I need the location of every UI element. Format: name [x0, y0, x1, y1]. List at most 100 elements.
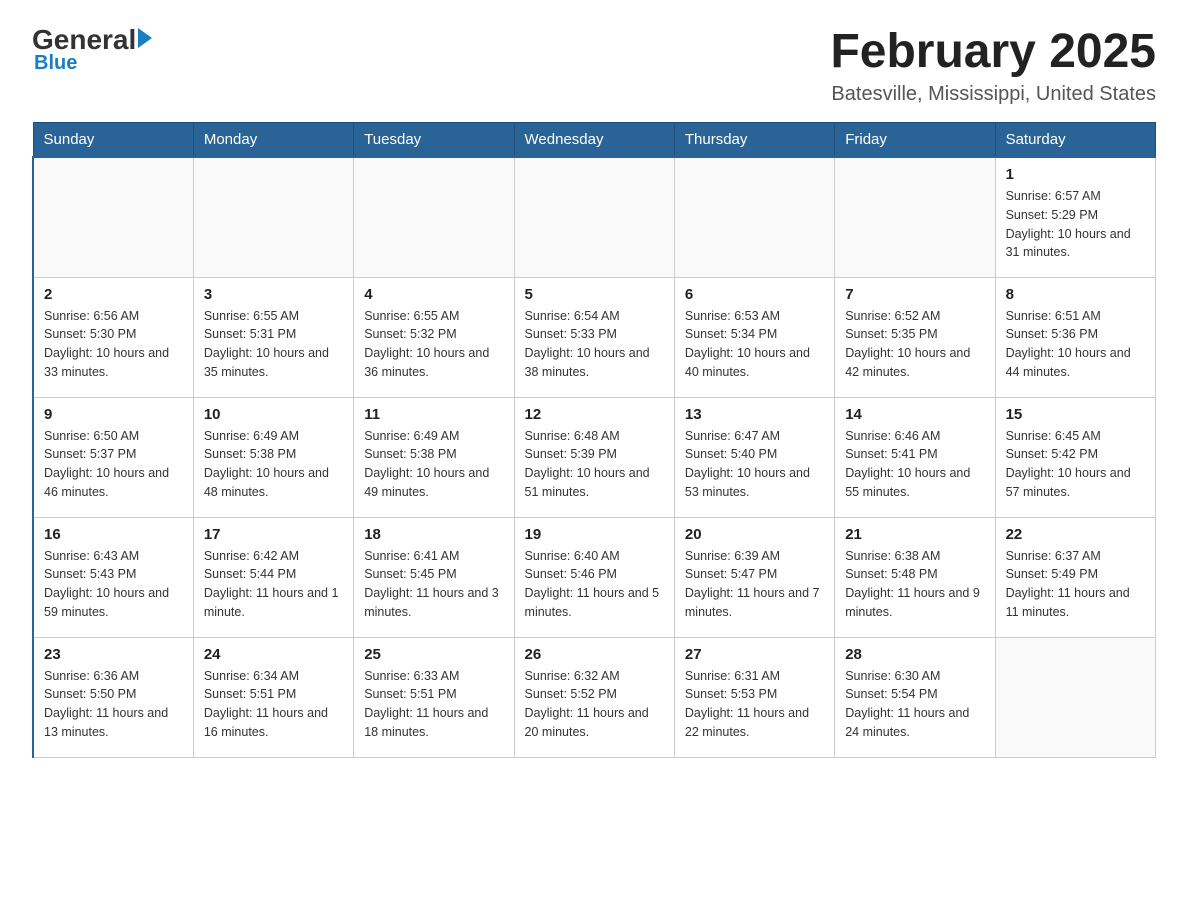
day-info: Sunrise: 6:51 AM Sunset: 5:36 PM Dayligh… — [1006, 307, 1145, 382]
calendar-cell — [514, 157, 674, 277]
day-info: Sunrise: 6:57 AM Sunset: 5:29 PM Dayligh… — [1006, 187, 1145, 262]
calendar-cell: 28Sunrise: 6:30 AM Sunset: 5:54 PM Dayli… — [835, 637, 995, 757]
calendar-cell: 10 Sunrise: 6:49 AM Sunset: 5:38 PM Dayli… — [193, 397, 353, 517]
calendar-cell — [995, 637, 1155, 757]
logo-arrow-icon — [138, 28, 152, 48]
day-info: Sunrise: 6:38 AM Sunset: 5:48 PM Dayligh… — [845, 547, 984, 622]
day-number: 26 — [525, 646, 664, 663]
day-number: 12 — [525, 406, 664, 423]
calendar-cell: 3 Sunrise: 6:55 AM Sunset: 5:31 PM Daylig… — [193, 277, 353, 397]
day-number: 11 — [364, 406, 503, 423]
day-info: Sunrise: 6:54 AM Sunset: 5:33 PM Dayligh… — [525, 307, 664, 382]
day-number: 20 — [685, 526, 824, 543]
day-number: 28 — [845, 646, 984, 663]
day-number: 3 — [204, 286, 343, 303]
day-number: 25 — [364, 646, 503, 663]
day-number: 4 — [364, 286, 503, 303]
calendar-cell: 17 Sunrise: 6:42 AM Sunset: 5:44 PM Dayli… — [193, 517, 353, 637]
week-row-4: 16 Sunrise: 6:43 AM Sunset: 5:43 PM Dayli… — [33, 517, 1156, 637]
day-info: Sunrise: 6:41 AM Sunset: 5:45 PM Dayligh… — [364, 547, 503, 622]
day-info: Sunrise: 6:55 AM Sunset: 5:31 PM Dayligh… — [204, 307, 343, 382]
day-number: 5 — [525, 286, 664, 303]
day-info: Sunrise: 6:45 AM Sunset: 5:42 PM Dayligh… — [1006, 427, 1145, 502]
day-number: 15 — [1006, 406, 1145, 423]
page-header: General Blue February 2025 Batesville, M… — [32, 24, 1156, 106]
day-of-week-monday: Monday — [193, 123, 353, 158]
logo: General Blue — [32, 24, 152, 75]
day-of-week-wednesday: Wednesday — [514, 123, 674, 158]
calendar-cell: 8 Sunrise: 6:51 AM Sunset: 5:36 PM Daylig… — [995, 277, 1155, 397]
day-number: 13 — [685, 406, 824, 423]
title-area: February 2025 Batesville, Mississippi, U… — [830, 24, 1156, 106]
calendar-cell: 20Sunrise: 6:39 AM Sunset: 5:47 PM Dayli… — [674, 517, 834, 637]
day-of-week-sunday: Sunday — [33, 123, 193, 158]
day-of-week-friday: Friday — [835, 123, 995, 158]
day-number: 19 — [525, 526, 664, 543]
calendar-cell: 27 Sunrise: 6:31 AM Sunset: 5:53 PM Dayli… — [674, 637, 834, 757]
day-number: 22 — [1006, 526, 1145, 543]
week-row-5: 23 Sunrise: 6:36 AM Sunset: 5:50 PM Dayli… — [33, 637, 1156, 757]
day-info: Sunrise: 6:55 AM Sunset: 5:32 PM Dayligh… — [364, 307, 503, 382]
calendar-table: SundayMondayTuesdayWednesdayThursdayFrid… — [32, 122, 1156, 758]
calendar-cell: 18 Sunrise: 6:41 AM Sunset: 5:45 PM Dayli… — [354, 517, 514, 637]
day-info: Sunrise: 6:42 AM Sunset: 5:44 PM Dayligh… — [204, 547, 343, 622]
calendar-title: February 2025 — [830, 24, 1156, 79]
day-of-week-saturday: Saturday — [995, 123, 1155, 158]
logo-blue: Blue — [34, 52, 77, 75]
day-number: 17 — [204, 526, 343, 543]
calendar-cell: 16 Sunrise: 6:43 AM Sunset: 5:43 PM Dayli… — [33, 517, 193, 637]
day-info: Sunrise: 6:47 AM Sunset: 5:40 PM Dayligh… — [685, 427, 824, 502]
days-of-week-row: SundayMondayTuesdayWednesdayThursdayFrid… — [33, 123, 1156, 158]
day-info: Sunrise: 6:49 AM Sunset: 5:38 PM Dayligh… — [204, 427, 343, 502]
day-info: Sunrise: 6:31 AM Sunset: 5:53 PM Dayligh… — [685, 667, 824, 742]
week-row-3: 9Sunrise: 6:50 AM Sunset: 5:37 PM Daylig… — [33, 397, 1156, 517]
day-info: Sunrise: 6:37 AM Sunset: 5:49 PM Dayligh… — [1006, 547, 1145, 622]
day-number: 23 — [44, 646, 183, 663]
calendar-cell: 24 Sunrise: 6:34 AM Sunset: 5:51 PM Dayli… — [193, 637, 353, 757]
day-info: Sunrise: 6:33 AM Sunset: 5:51 PM Dayligh… — [364, 667, 503, 742]
calendar-cell: 15 Sunrise: 6:45 AM Sunset: 5:42 PM Dayli… — [995, 397, 1155, 517]
calendar-subtitle: Batesville, Mississippi, United States — [830, 83, 1156, 106]
day-info: Sunrise: 6:43 AM Sunset: 5:43 PM Dayligh… — [44, 547, 183, 622]
day-info: Sunrise: 6:46 AM Sunset: 5:41 PM Dayligh… — [845, 427, 984, 502]
week-row-2: 2 Sunrise: 6:56 AM Sunset: 5:30 PM Daylig… — [33, 277, 1156, 397]
day-number: 18 — [364, 526, 503, 543]
calendar-header: SundayMondayTuesdayWednesdayThursdayFrid… — [33, 123, 1156, 158]
day-info: Sunrise: 6:52 AM Sunset: 5:35 PM Dayligh… — [845, 307, 984, 382]
calendar-cell: 5 Sunrise: 6:54 AM Sunset: 5:33 PM Daylig… — [514, 277, 674, 397]
day-number: 8 — [1006, 286, 1145, 303]
day-info: Sunrise: 6:50 AM Sunset: 5:37 PM Dayligh… — [44, 427, 183, 502]
calendar-cell: 21Sunrise: 6:38 AM Sunset: 5:48 PM Dayli… — [835, 517, 995, 637]
day-number: 10 — [204, 406, 343, 423]
calendar-cell: 11 Sunrise: 6:49 AM Sunset: 5:38 PM Dayli… — [354, 397, 514, 517]
day-info: Sunrise: 6:34 AM Sunset: 5:51 PM Dayligh… — [204, 667, 343, 742]
day-info: Sunrise: 6:40 AM Sunset: 5:46 PM Dayligh… — [525, 547, 664, 622]
day-number: 2 — [44, 286, 183, 303]
day-number: 27 — [685, 646, 824, 663]
calendar-cell: 26 Sunrise: 6:32 AM Sunset: 5:52 PM Dayli… — [514, 637, 674, 757]
day-number: 7 — [845, 286, 984, 303]
calendar-cell: 6Sunrise: 6:53 AM Sunset: 5:34 PM Daylig… — [674, 277, 834, 397]
day-info: Sunrise: 6:53 AM Sunset: 5:34 PM Dayligh… — [685, 307, 824, 382]
calendar-cell: 14 Sunrise: 6:46 AM Sunset: 5:41 PM Dayli… — [835, 397, 995, 517]
week-row-1: 1Sunrise: 6:57 AM Sunset: 5:29 PM Daylig… — [33, 157, 1156, 277]
calendar-cell — [33, 157, 193, 277]
calendar-cell: 12 Sunrise: 6:48 AM Sunset: 5:39 PM Dayli… — [514, 397, 674, 517]
day-number: 14 — [845, 406, 984, 423]
day-number: 24 — [204, 646, 343, 663]
calendar-cell: 1Sunrise: 6:57 AM Sunset: 5:29 PM Daylig… — [995, 157, 1155, 277]
calendar-cell: 22 Sunrise: 6:37 AM Sunset: 5:49 PM Dayli… — [995, 517, 1155, 637]
calendar-cell: 2 Sunrise: 6:56 AM Sunset: 5:30 PM Daylig… — [33, 277, 193, 397]
calendar-cell: 23 Sunrise: 6:36 AM Sunset: 5:50 PM Dayli… — [33, 637, 193, 757]
day-number: 16 — [44, 526, 183, 543]
day-info: Sunrise: 6:56 AM Sunset: 5:30 PM Dayligh… — [44, 307, 183, 382]
calendar-cell: 19 Sunrise: 6:40 AM Sunset: 5:46 PM Dayli… — [514, 517, 674, 637]
day-of-week-thursday: Thursday — [674, 123, 834, 158]
calendar-cell — [354, 157, 514, 277]
day-info: Sunrise: 6:36 AM Sunset: 5:50 PM Dayligh… — [44, 667, 183, 742]
day-info: Sunrise: 6:32 AM Sunset: 5:52 PM Dayligh… — [525, 667, 664, 742]
calendar-cell — [193, 157, 353, 277]
day-info: Sunrise: 6:49 AM Sunset: 5:38 PM Dayligh… — [364, 427, 503, 502]
day-info: Sunrise: 6:48 AM Sunset: 5:39 PM Dayligh… — [525, 427, 664, 502]
calendar-cell: 25 Sunrise: 6:33 AM Sunset: 5:51 PM Dayli… — [354, 637, 514, 757]
